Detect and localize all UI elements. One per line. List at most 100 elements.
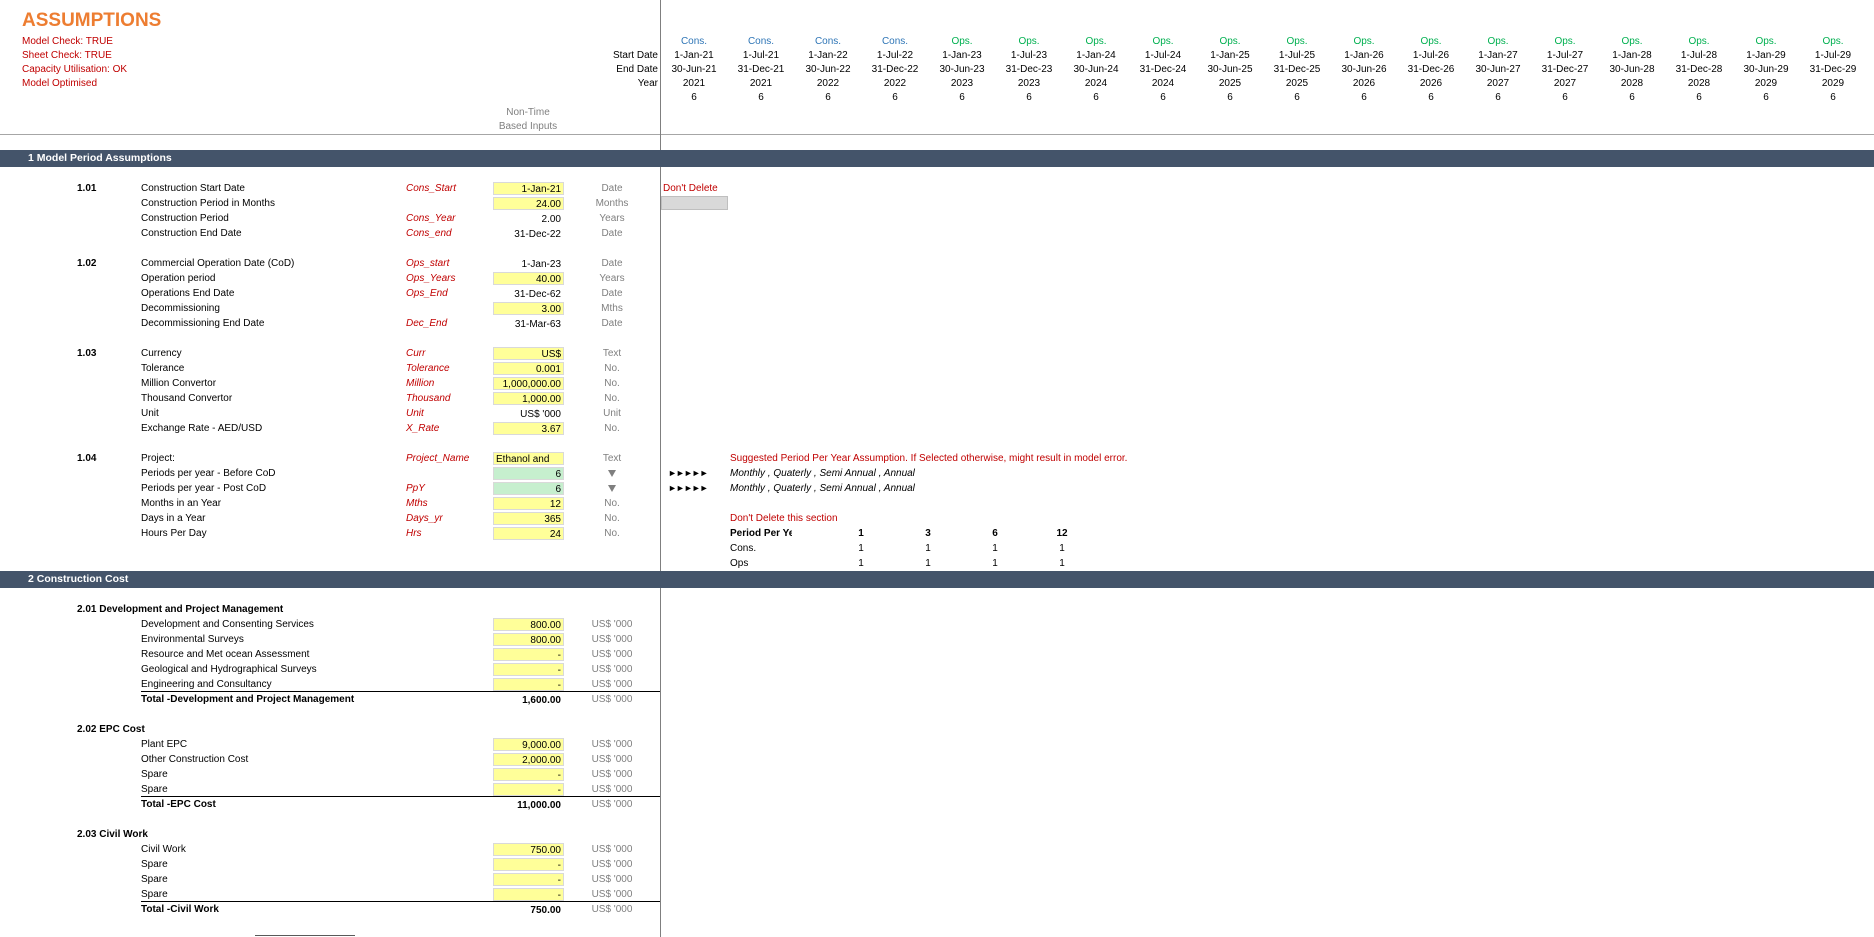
input-development-and-consenting-services[interactable]: 800.00 <box>493 618 564 631</box>
timeline-year: 2021 <box>749 78 773 89</box>
range-name-hours-per-day: Hrs <box>406 528 422 539</box>
unit-construction-start-date: Date <box>601 183 623 194</box>
range-name-months-in-an-year: Mths <box>406 498 428 509</box>
ppy-cell: 1 <box>858 543 864 554</box>
input-engineering-and-consultancy[interactable]: - <box>493 678 564 691</box>
timeline-start-date: 1-Jan-21 <box>674 50 714 61</box>
total-underline <box>141 901 660 902</box>
timeline-periods: 6 <box>1763 92 1769 103</box>
group-title-2-01: 2.01 Development and Project Management <box>77 604 284 615</box>
timeline-year: 2029 <box>1821 78 1845 89</box>
input-million-convertor[interactable]: 1,000,000.00 <box>493 377 564 390</box>
input-exchange-rate-aed-usd[interactable]: 3.67 <box>493 422 564 435</box>
unit-operation-period: Years <box>599 273 625 284</box>
ppy-cell: 1 <box>992 543 998 554</box>
timeline-start-date: 1-Jan-22 <box>808 50 848 61</box>
timeline-periods: 6 <box>1227 92 1233 103</box>
input-civil-work[interactable]: 750.00 <box>493 843 564 856</box>
group-number-1-04: 1.04 <box>77 453 97 464</box>
range-name-tolerance: Tolerance <box>406 363 450 374</box>
input-spare[interactable]: - <box>493 783 564 796</box>
timeline-year: 2022 <box>816 78 840 89</box>
sheet-title: ASSUMPTIONS <box>22 10 162 31</box>
timeline-start-date: 1-Jan-26 <box>1344 50 1384 61</box>
dropdown-arrow-icon[interactable] <box>608 485 616 492</box>
section-band-construction-cost <box>0 571 1874 588</box>
timeline-phase: Cons. <box>747 36 775 47</box>
timeline-periods: 6 <box>1562 92 1568 103</box>
unit-geological-and-hydrographical-surveys: US$ '000 <box>591 664 633 675</box>
input-commercial-operation-date-cod: 1-Jan-23 <box>521 259 561 270</box>
timeline-end-date: 31-Dec-24 <box>1139 64 1187 75</box>
timeline-periods: 6 <box>1361 92 1367 103</box>
timeline-year: 2028 <box>1620 78 1644 89</box>
label-spare: Spare <box>141 859 168 870</box>
dropdown-arrow-icon[interactable] <box>608 470 616 477</box>
input-tolerance[interactable]: 0.001 <box>493 362 564 375</box>
group-number-1-02: 1.02 <box>77 258 97 269</box>
input-construction-start-date[interactable]: 1-Jan-21 <box>493 182 564 195</box>
timeline-start-date: 1-Jul-22 <box>876 50 914 61</box>
input-decommissioning[interactable]: 3.00 <box>493 302 564 315</box>
group-number-1-01: 1.01 <box>77 183 97 194</box>
timeline-end-date: 31-Dec-23 <box>1005 64 1053 75</box>
unit-spare: US$ '000 <box>591 874 633 885</box>
timeline-phase: Ops. <box>1755 36 1777 47</box>
input-thousand-convertor[interactable]: 1,000.00 <box>493 392 564 405</box>
input-periods-per-year-before-cod[interactable]: 6 <box>493 467 564 480</box>
input-unit: US$ '000 <box>520 409 561 420</box>
input-spare[interactable]: - <box>493 888 564 901</box>
unit-commercial-operation-date-cod: Date <box>601 258 623 269</box>
input-operation-period[interactable]: 40.00 <box>493 272 564 285</box>
input-plant-epc[interactable]: 9,000.00 <box>493 738 564 751</box>
timeline-phase: Ops. <box>1353 36 1375 47</box>
input-spare[interactable]: - <box>493 768 564 781</box>
ppy-cell: 1 <box>992 558 998 569</box>
unit-decommissioning: Mths <box>601 303 623 314</box>
ppy-header-label: Period Per Ye <box>730 528 792 539</box>
input-months-in-an-year[interactable]: 12 <box>493 497 564 510</box>
timeline-periods: 6 <box>1830 92 1836 103</box>
timeline-year: 2026 <box>1419 78 1443 89</box>
input-days-in-a-year[interactable]: 365 <box>493 512 564 525</box>
timeline-year: 2028 <box>1687 78 1711 89</box>
unit-operations-end-date: Date <box>601 288 623 299</box>
input-geological-and-hydrographical-surveys[interactable]: - <box>493 663 564 676</box>
timeline-periods: 6 <box>892 92 898 103</box>
label-currency: Currency <box>141 348 182 359</box>
unit-project: Text <box>602 453 622 464</box>
timeline-phase: Ops. <box>1688 36 1710 47</box>
input-project[interactable]: Ethanol and Sugar <box>493 452 564 465</box>
arrow-indicator-before-cod: ►►►►► <box>668 468 709 478</box>
input-spare[interactable]: - <box>493 858 564 871</box>
timeline-end-date: 30-Jun-26 <box>1341 64 1387 75</box>
timeline-end-date: 30-Jun-22 <box>805 64 851 75</box>
range-name-days-in-a-year: Days_yr <box>406 513 443 524</box>
input-resource-and-met-ocean-assessment[interactable]: - <box>493 648 564 661</box>
label-spare: Spare <box>141 784 168 795</box>
input-periods-per-year-post-cod[interactable]: 6 <box>493 482 564 495</box>
input-construction-period-in-months[interactable]: 24.00 <box>493 197 564 210</box>
timeline-periods: 6 <box>1629 92 1635 103</box>
input-construction-end-date: 31-Dec-22 <box>514 229 561 240</box>
timeline-year: 2021 <box>682 78 706 89</box>
label-geological-and-hydrographical-surveys: Geological and Hydrographical Surveys <box>141 664 317 675</box>
timeline-year: 2024 <box>1151 78 1175 89</box>
unit-exchange-rate-aed-usd: No. <box>604 423 620 434</box>
input-other-construction-cost[interactable]: 2,000.00 <box>493 753 564 766</box>
unit-construction-period: Years <box>599 213 625 224</box>
timeline-start-date: 1-Jul-25 <box>1278 50 1316 61</box>
timeline-start-date: 1-Jan-28 <box>1612 50 1652 61</box>
dont-delete-cell[interactable] <box>661 196 728 210</box>
unit-civil-work: US$ '000 <box>591 844 633 855</box>
ppy-cell: 1 <box>925 558 931 569</box>
input-environmental-surveys[interactable]: 800.00 <box>493 633 564 646</box>
label-hours-per-day: Hours Per Day <box>141 528 207 539</box>
input-spare[interactable]: - <box>493 873 564 886</box>
ppy-cell: 1 <box>925 543 931 554</box>
timeline-year: 2026 <box>1352 78 1376 89</box>
timeline-start-date: 1-Jul-24 <box>1144 50 1182 61</box>
input-currency[interactable]: US$ <box>493 347 564 360</box>
timeline-end-date: 30-Jun-28 <box>1609 64 1655 75</box>
input-hours-per-day[interactable]: 24 <box>493 527 564 540</box>
